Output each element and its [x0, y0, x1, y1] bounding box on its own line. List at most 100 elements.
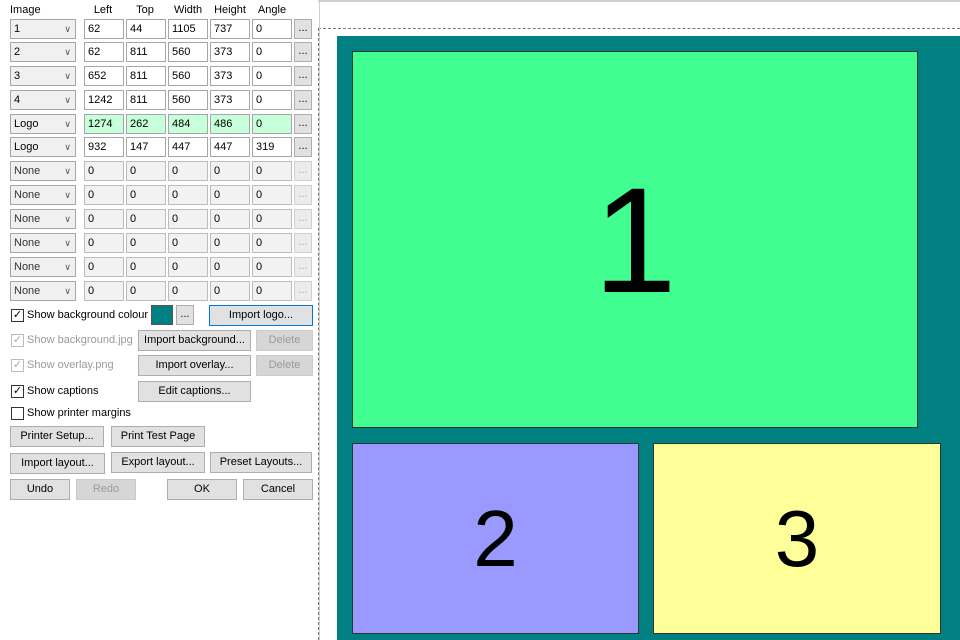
- image-select-row-11[interactable]: None ∨: [10, 257, 76, 277]
- width-input-row-6[interactable]: 447: [168, 137, 208, 157]
- redo-button[interactable]: Redo: [76, 479, 136, 500]
- print-test-page-button[interactable]: Print Test Page: [111, 426, 205, 447]
- image-select-row-6[interactable]: Logo ∨: [10, 137, 76, 157]
- row-options-button-6[interactable]: ...: [294, 137, 312, 157]
- angle-input-row-1[interactable]: 0: [252, 19, 292, 39]
- image-select-row-1[interactable]: 1 ∨: [10, 19, 76, 39]
- width-input-row-7[interactable]: 0: [168, 161, 208, 181]
- angle-input-row-6[interactable]: 319: [252, 137, 292, 157]
- left-input-row-1[interactable]: 62: [84, 19, 124, 39]
- width-input-row-9[interactable]: 0: [168, 209, 208, 229]
- image-select-row-2[interactable]: 2 ∨: [10, 42, 76, 62]
- top-input-row-10[interactable]: 0: [126, 233, 166, 253]
- angle-input-row-7[interactable]: 0: [252, 161, 292, 181]
- row-options-button-12[interactable]: ...: [294, 281, 312, 301]
- image-select-row-9[interactable]: None ∨: [10, 209, 76, 229]
- angle-input-row-5[interactable]: 0: [252, 114, 292, 134]
- height-input-row-5[interactable]: 486: [210, 114, 250, 134]
- show-bg-jpg-checkbox[interactable]: ✓: [11, 334, 24, 347]
- top-input-row-5[interactable]: 262: [126, 114, 166, 134]
- top-input-row-9[interactable]: 0: [126, 209, 166, 229]
- left-input-row-11[interactable]: 0: [84, 257, 124, 277]
- top-input-row-4[interactable]: 811: [126, 90, 166, 110]
- image-select-row-12[interactable]: None ∨: [10, 281, 76, 301]
- angle-input-row-11[interactable]: 0: [252, 257, 292, 277]
- bg-colour-swatch[interactable]: [151, 305, 173, 325]
- layout-canvas[interactable]: 1 2 3: [337, 36, 960, 640]
- show-bg-colour-checkbox[interactable]: ✓: [11, 309, 24, 322]
- angle-input-row-3[interactable]: 0: [252, 66, 292, 86]
- left-input-row-8[interactable]: 0: [84, 185, 124, 205]
- import-layout-button[interactable]: Import layout...: [10, 453, 105, 474]
- angle-input-row-2[interactable]: 0: [252, 42, 292, 62]
- angle-input-row-12[interactable]: 0: [252, 281, 292, 301]
- row-options-button-8[interactable]: ...: [294, 185, 312, 205]
- top-input-row-7[interactable]: 0: [126, 161, 166, 181]
- preview-image-1[interactable]: 1: [352, 51, 918, 428]
- preview-image-2[interactable]: 2: [352, 443, 639, 634]
- angle-input-row-9[interactable]: 0: [252, 209, 292, 229]
- height-input-row-6[interactable]: 447: [210, 137, 250, 157]
- height-input-row-1[interactable]: 737: [210, 19, 250, 39]
- left-input-row-12[interactable]: 0: [84, 281, 124, 301]
- row-options-button-11[interactable]: ...: [294, 257, 312, 277]
- row-options-button-1[interactable]: ...: [294, 19, 312, 39]
- width-input-row-8[interactable]: 0: [168, 185, 208, 205]
- ok-button[interactable]: OK: [167, 479, 237, 500]
- left-input-row-4[interactable]: 1242: [84, 90, 124, 110]
- row-options-button-5[interactable]: ...: [294, 114, 312, 134]
- image-select-row-7[interactable]: None ∨: [10, 161, 76, 181]
- import-background-button[interactable]: Import background...: [138, 330, 251, 351]
- angle-input-row-10[interactable]: 0: [252, 233, 292, 253]
- row-options-button-2[interactable]: ...: [294, 42, 312, 62]
- image-select-row-5[interactable]: Logo ∨: [10, 114, 76, 134]
- width-input-row-4[interactable]: 560: [168, 90, 208, 110]
- left-input-row-9[interactable]: 0: [84, 209, 124, 229]
- row-options-button-9[interactable]: ...: [294, 209, 312, 229]
- preset-layouts-button[interactable]: Preset Layouts...: [210, 452, 312, 473]
- top-input-row-1[interactable]: 44: [126, 19, 166, 39]
- left-input-row-10[interactable]: 0: [84, 233, 124, 253]
- image-select-row-10[interactable]: None ∨: [10, 233, 76, 253]
- height-input-row-8[interactable]: 0: [210, 185, 250, 205]
- height-input-row-2[interactable]: 373: [210, 42, 250, 62]
- top-input-row-11[interactable]: 0: [126, 257, 166, 277]
- image-select-row-8[interactable]: None ∨: [10, 185, 76, 205]
- show-margins-checkbox[interactable]: [11, 407, 24, 420]
- top-input-row-3[interactable]: 811: [126, 66, 166, 86]
- top-input-row-8[interactable]: 0: [126, 185, 166, 205]
- width-input-row-1[interactable]: 1105: [168, 19, 208, 39]
- width-input-row-5[interactable]: 484: [168, 114, 208, 134]
- left-input-row-3[interactable]: 652: [84, 66, 124, 86]
- show-captions-checkbox[interactable]: ✓: [11, 385, 24, 398]
- top-input-row-6[interactable]: 147: [126, 137, 166, 157]
- show-overlay-checkbox[interactable]: ✓: [11, 359, 24, 372]
- width-input-row-2[interactable]: 560: [168, 42, 208, 62]
- cancel-button[interactable]: Cancel: [243, 479, 313, 500]
- edit-captions-button[interactable]: Edit captions...: [138, 381, 251, 402]
- height-input-row-9[interactable]: 0: [210, 209, 250, 229]
- height-input-row-11[interactable]: 0: [210, 257, 250, 277]
- width-input-row-3[interactable]: 560: [168, 66, 208, 86]
- row-options-button-10[interactable]: ...: [294, 233, 312, 253]
- top-input-row-2[interactable]: 811: [126, 42, 166, 62]
- row-options-button-4[interactable]: ...: [294, 90, 312, 110]
- height-input-row-10[interactable]: 0: [210, 233, 250, 253]
- delete-background-button[interactable]: Delete: [256, 330, 313, 351]
- left-input-row-5[interactable]: 1274: [84, 114, 124, 134]
- height-input-row-7[interactable]: 0: [210, 161, 250, 181]
- left-input-row-6[interactable]: 932: [84, 137, 124, 157]
- delete-overlay-button[interactable]: Delete: [256, 355, 313, 376]
- height-input-row-4[interactable]: 373: [210, 90, 250, 110]
- width-input-row-12[interactable]: 0: [168, 281, 208, 301]
- image-select-row-3[interactable]: 3 ∨: [10, 66, 76, 86]
- printer-setup-button[interactable]: Printer Setup...: [10, 426, 104, 447]
- undo-button[interactable]: Undo: [10, 479, 70, 500]
- angle-input-row-8[interactable]: 0: [252, 185, 292, 205]
- preview-image-3[interactable]: 3: [653, 443, 941, 634]
- image-select-row-4[interactable]: 4 ∨: [10, 90, 76, 110]
- import-logo-button[interactable]: Import logo...: [209, 305, 313, 326]
- left-input-row-7[interactable]: 0: [84, 161, 124, 181]
- height-input-row-3[interactable]: 373: [210, 66, 250, 86]
- width-input-row-11[interactable]: 0: [168, 257, 208, 277]
